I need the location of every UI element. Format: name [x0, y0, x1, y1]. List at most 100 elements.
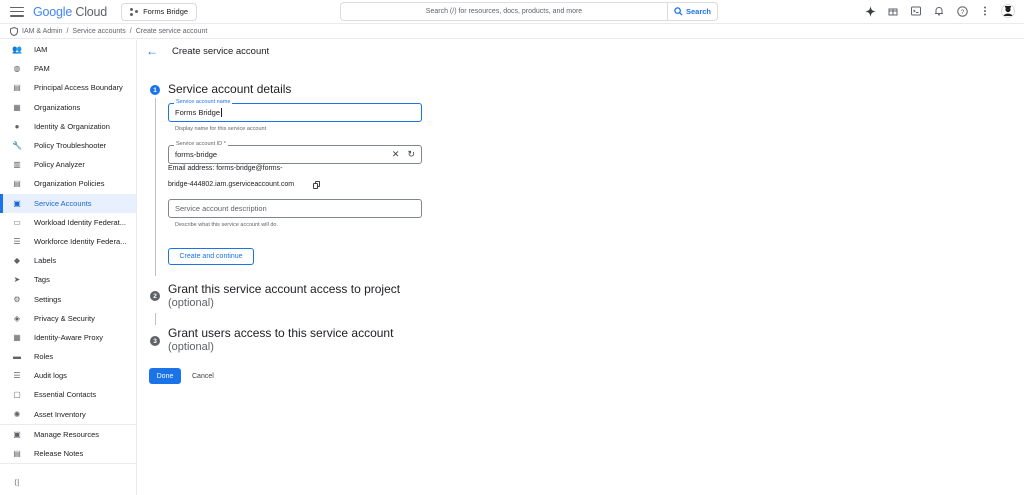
sidebar-item-label: Settings: [34, 294, 62, 304]
search-bar[interactable]: Search (/) for resources, docs, products…: [340, 2, 718, 21]
sidebar-item-label: Manage Resources: [34, 429, 100, 439]
sidebar-item-privacy-security[interactable]: ◈ Privacy & Security: [0, 309, 136, 328]
sidebar-item-manage-resources[interactable]: ▣ Manage Resources: [0, 425, 136, 444]
breadcrumb-iam-admin[interactable]: IAM & Admin: [22, 28, 62, 35]
sidebar-item-pam[interactable]: ◍ PAM: [0, 59, 136, 78]
sidebar-item-label: Audit logs: [34, 371, 67, 381]
sidebar-item-policy-troubleshooter[interactable]: 🔧 Policy Troubleshooter: [0, 136, 136, 155]
google-cloud-logo[interactable]: Google Cloud: [33, 5, 107, 19]
step-1-number: 1: [150, 85, 160, 95]
sidebar-item-roles[interactable]: ▬ Roles: [0, 347, 136, 366]
gear-icon: ⚙: [13, 294, 21, 304]
sidebar-item-label: Policy Troubleshooter: [34, 141, 107, 151]
sidebar-item-label: Roles: [34, 352, 54, 362]
breadcrumb-separator: /: [66, 28, 69, 35]
email-address-line-2: bridge-444802.iam.gserviceaccount.com: [168, 181, 295, 188]
cancel-button[interactable]: Cancel: [188, 368, 218, 384]
shield-icon: [10, 27, 18, 36]
sidebar-item-label: Asset Inventory: [34, 409, 86, 419]
sidebar-item-label: Labels: [34, 256, 57, 266]
sidebar-item-workload-identity-federation[interactable]: ▭ Workload Identity Federat...: [0, 213, 136, 232]
release-notes-icon: ▤: [13, 449, 21, 459]
asset-icon: ✺: [13, 409, 21, 419]
sidebar-item-label: Workload Identity Federat...: [34, 217, 126, 227]
wrench-icon: 🔧: [12, 141, 22, 151]
collapse-sidebar-icon[interactable]: ⟨|: [14, 478, 19, 487]
service-account-description-field[interactable]: Service account description: [168, 199, 422, 218]
service-account-id-field[interactable]: Service account ID * forms-bridge ✕ ↻: [168, 141, 422, 164]
sidebar-item-label: Release Notes: [34, 449, 84, 459]
sidebar-item-label: IAM: [34, 45, 48, 55]
avatar[interactable]: [1000, 3, 1016, 19]
sidebar-item-label: Privacy & Security: [34, 313, 95, 323]
shield-icon: ◈: [13, 313, 21, 323]
breadcrumb-service-accounts[interactable]: Service accounts: [72, 28, 125, 35]
policy-document-icon: ▤: [13, 83, 21, 93]
gemini-sparkle-icon[interactable]: [862, 3, 878, 19]
audit-list-icon: ☰: [13, 371, 21, 381]
sidebar-item-tags[interactable]: ➤ Tags: [0, 270, 136, 289]
breadcrumb: IAM & Admin / Service accounts / Create …: [0, 25, 1024, 39]
sidebar-item-workforce-identity-federation[interactable]: ☰ Workforce Identity Federa...: [0, 232, 136, 251]
clear-icon[interactable]: ✕: [392, 149, 400, 160]
contact-card-icon: ▢: [13, 390, 21, 400]
cloud-shell-icon[interactable]: [908, 3, 924, 19]
search-input[interactable]: Search (/) for resources, docs, products…: [341, 8, 667, 15]
sidebar-item-label: Identity & Organization: [34, 121, 110, 131]
help-icon[interactable]: ?: [954, 3, 970, 19]
sidebar-item-identity-aware-proxy[interactable]: ▦ Identity-Aware Proxy: [0, 328, 136, 347]
project-picker[interactable]: Forms Bridge: [121, 2, 198, 21]
sidebar-item-labels[interactable]: ◆ Labels: [0, 251, 136, 270]
create-and-continue-button[interactable]: Create and continue: [168, 248, 254, 265]
sidebar-item-service-accounts[interactable]: ▣ Service Accounts: [0, 193, 136, 213]
sidebar-item-iam[interactable]: 👥 IAM: [0, 40, 136, 59]
step-3-title[interactable]: Grant users access to this service accou…: [168, 326, 393, 340]
field-label: Service account name: [174, 99, 233, 105]
sidebar-item-policy-analyzer[interactable]: ▥ Policy Analyzer: [0, 155, 136, 174]
sidebar-item-release-notes[interactable]: ▤ Release Notes: [0, 444, 136, 463]
description-hint: Describe what this service account will …: [175, 222, 279, 228]
step-1-title[interactable]: Service account details: [168, 82, 291, 96]
search-button[interactable]: Search: [667, 3, 717, 20]
sidebar-item-identity-organization[interactable]: ● Identity & Organization: [0, 117, 136, 136]
sidebar-item-label: Tags: [34, 275, 50, 285]
sidebar-item-audit-logs[interactable]: ☰ Audit logs: [0, 366, 136, 385]
more-vert-icon[interactable]: [977, 3, 993, 19]
service-account-name-field[interactable]: Service account name Forms Bridge: [168, 99, 422, 122]
back-arrow-icon[interactable]: ←: [146, 44, 158, 58]
sidebar-item-asset-inventory[interactable]: ✺ Asset Inventory: [0, 405, 136, 424]
main-menu-icon[interactable]: [10, 6, 24, 17]
sidebar-item-label: Organizations: [34, 102, 81, 112]
page-title: Create service account: [172, 45, 270, 57]
done-button[interactable]: Done: [149, 368, 181, 384]
step-2-number: 2: [150, 291, 160, 301]
proxy-icon: ▦: [13, 332, 21, 342]
page-header: ← Create service account: [146, 44, 269, 58]
project-hierarchy-icon: [130, 7, 139, 16]
sidebar-item-settings[interactable]: ⚙ Settings: [0, 289, 136, 308]
notifications-bell-icon[interactable]: [931, 3, 947, 19]
sidebar-item-organization-policies[interactable]: ▤ Organization Policies: [0, 174, 136, 193]
description-input[interactable]: Service account description: [175, 204, 267, 213]
step-connector: [155, 98, 156, 276]
copy-icon[interactable]: [313, 181, 320, 189]
sidebar-item-essential-contacts[interactable]: ▢ Essential Contacts: [0, 385, 136, 404]
account-circle-icon: ●: [14, 121, 20, 131]
svg-text:?: ?: [960, 8, 964, 15]
sidebar-item-label: Principal Access Boundary: [34, 83, 123, 93]
sidebar-item-label: Organization Policies: [34, 179, 105, 189]
step-3-number: 3: [150, 336, 160, 346]
refresh-icon[interactable]: ↻: [407, 149, 415, 160]
step-3-subtitle: (optional): [168, 341, 214, 353]
step-2-subtitle: (optional): [168, 297, 214, 309]
field-label: Service account ID *: [174, 141, 228, 147]
step-2-title[interactable]: Grant this service account access to pro…: [168, 282, 400, 296]
gift-icon[interactable]: [885, 3, 901, 19]
breadcrumb-current: Create service account: [135, 28, 208, 35]
id-field-actions: ✕ ↻: [392, 149, 415, 160]
sidebar-item-principal-access-boundary[interactable]: ▤ Principal Access Boundary: [0, 78, 136, 97]
document-search-icon: ▥: [13, 160, 21, 170]
sidebar-item-organizations[interactable]: ▦ Organizations: [0, 98, 136, 117]
label-icon: ◆: [13, 256, 21, 266]
tag-arrow-icon: ➤: [13, 275, 21, 285]
